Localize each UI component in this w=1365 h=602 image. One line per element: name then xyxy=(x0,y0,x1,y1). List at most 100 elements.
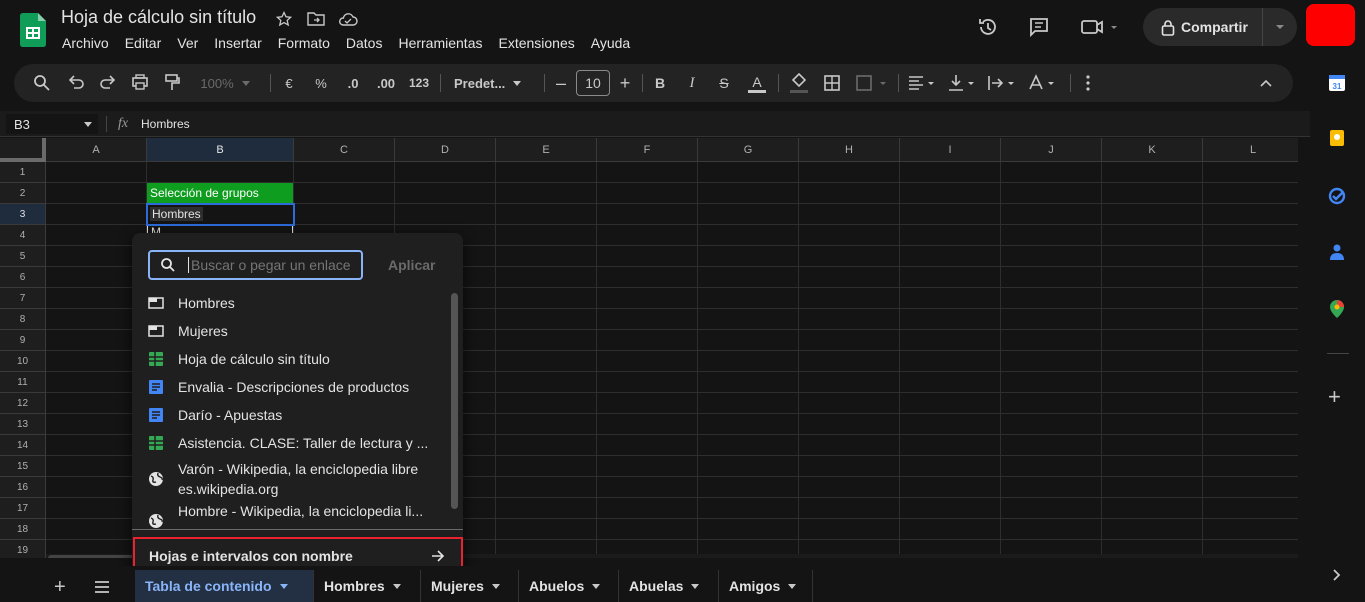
column-header-b[interactable]: B xyxy=(147,138,294,162)
more-formats-button[interactable]: 123 xyxy=(406,64,432,102)
print-icon[interactable] xyxy=(130,64,150,102)
decrease-font-size-button[interactable]: – xyxy=(554,64,568,102)
row-header-2[interactable]: 2 xyxy=(0,183,46,204)
menu-archivo[interactable]: Archivo xyxy=(54,35,117,55)
link-item-dario[interactable]: Darío - Apuestas xyxy=(148,405,448,425)
increase-decimal-button[interactable]: .00 xyxy=(372,64,400,102)
link-item-hombres[interactable]: Hombres xyxy=(148,293,448,313)
formula-input[interactable]: Hombres xyxy=(141,117,190,131)
link-item-varon[interactable]: Varón - Wikipedia, la enciclopedia libre… xyxy=(148,459,448,499)
menu-ver[interactable]: Ver xyxy=(169,35,206,55)
menu-formato[interactable]: Formato xyxy=(270,35,338,55)
share-dropdown-icon[interactable] xyxy=(1275,24,1285,30)
fill-color-icon[interactable] xyxy=(788,64,810,102)
zoom-select[interactable]: 100% xyxy=(194,64,256,102)
cell-b4[interactable]: M... xyxy=(147,226,293,233)
sheet-tab-hombres[interactable]: Hombres xyxy=(313,570,420,602)
borders-icon[interactable] xyxy=(822,64,842,102)
select-all-corner[interactable] xyxy=(0,138,46,162)
column-header-j[interactable]: J xyxy=(1001,138,1102,162)
undo-icon[interactable] xyxy=(66,64,86,102)
search-menus-icon[interactable] xyxy=(32,64,52,102)
calendar-icon[interactable]: 31 xyxy=(1328,74,1346,92)
add-addon-icon[interactable]: + xyxy=(1328,384,1341,410)
row-header-9[interactable]: 9 xyxy=(0,330,46,351)
row-header-16[interactable]: 16 xyxy=(0,477,46,498)
star-icon[interactable] xyxy=(276,11,292,27)
menu-herramientas[interactable]: Herramientas xyxy=(390,35,490,55)
cell-b3-selected[interactable]: Hombres xyxy=(146,203,295,226)
bold-button[interactable]: B xyxy=(650,64,670,102)
expand-side-panel-icon[interactable] xyxy=(1332,569,1342,581)
comments-icon[interactable] xyxy=(1028,16,1050,38)
redo-icon[interactable] xyxy=(98,64,118,102)
row-header-11[interactable]: 11 xyxy=(0,372,46,393)
menu-insertar[interactable]: Insertar xyxy=(206,35,269,55)
column-header-d[interactable]: D xyxy=(395,138,496,162)
cell-b2[interactable]: Selección de grupos xyxy=(147,183,293,203)
link-item-spreadsheet[interactable]: Hoja de cálculo sin título xyxy=(148,349,448,369)
row-header-18[interactable]: 18 xyxy=(0,519,46,540)
column-header-f[interactable]: F xyxy=(597,138,698,162)
profile-avatar-redacted[interactable] xyxy=(1306,4,1355,46)
contacts-icon[interactable] xyxy=(1328,243,1346,261)
row-header-12[interactable]: 12 xyxy=(0,393,46,414)
decrease-decimal-button[interactable]: .0 xyxy=(342,64,364,102)
share-button[interactable]: Compartir xyxy=(1143,8,1297,46)
row-header-6[interactable]: 6 xyxy=(0,267,46,288)
maps-icon[interactable] xyxy=(1329,299,1345,319)
document-title[interactable]: Hoja de cálculo sin título xyxy=(61,7,256,28)
move-folder-icon[interactable] xyxy=(307,11,325,27)
sheet-tab-abuelas[interactable]: Abuelas xyxy=(618,570,718,602)
all-sheets-menu-icon[interactable] xyxy=(94,581,110,593)
increase-font-size-button[interactable]: + xyxy=(617,64,633,102)
tasks-icon[interactable] xyxy=(1328,187,1346,205)
row-header-13[interactable]: 13 xyxy=(0,414,46,435)
more-options-icon[interactable] xyxy=(1080,64,1096,102)
row-header-15[interactable]: 15 xyxy=(0,456,46,477)
row-header-10[interactable]: 10 xyxy=(0,351,46,372)
row-header-17[interactable]: 17 xyxy=(0,498,46,519)
popup-scrollbar[interactable] xyxy=(451,293,458,509)
meet-video-icon[interactable] xyxy=(1080,17,1118,37)
paint-format-icon[interactable] xyxy=(162,64,182,102)
row-header-3[interactable]: 3 xyxy=(0,204,46,225)
collapse-toolbar-icon[interactable] xyxy=(1256,64,1276,102)
column-header-a[interactable]: A xyxy=(46,138,147,162)
sheets-logo-icon[interactable] xyxy=(20,13,46,47)
currency-format-button[interactable]: € xyxy=(278,64,300,102)
link-search-input[interactable] xyxy=(191,257,351,273)
strikethrough-button[interactable]: S xyxy=(714,64,734,102)
font-size-input[interactable]: 10 xyxy=(576,70,610,96)
menu-extensiones[interactable]: Extensiones xyxy=(490,35,582,55)
row-header-1[interactable]: 1 xyxy=(0,162,46,183)
text-rotation-icon[interactable] xyxy=(1026,64,1060,102)
sheet-tab-tabla-de-contenido[interactable]: Tabla de contenido xyxy=(135,570,313,602)
row-header-4[interactable]: 4 xyxy=(0,225,46,246)
keep-icon[interactable] xyxy=(1328,129,1346,147)
menu-datos[interactable]: Datos xyxy=(338,35,391,55)
row-header-14[interactable]: 14 xyxy=(0,435,46,456)
link-item-hombre-wikipedia[interactable]: Hombre - Wikipedia, la enciclopedia li..… xyxy=(148,503,448,529)
horizontal-align-icon[interactable] xyxy=(906,64,940,102)
link-item-mujeres[interactable]: Mujeres xyxy=(148,321,448,341)
merge-cells-icon[interactable] xyxy=(854,64,888,102)
link-item-envalia[interactable]: Envalia - Descripciones de productos xyxy=(148,377,448,397)
sheet-tab-amigos[interactable]: Amigos xyxy=(718,570,813,602)
percent-format-button[interactable]: % xyxy=(310,64,332,102)
column-header-h[interactable]: H xyxy=(799,138,900,162)
font-family-select[interactable]: Predet... xyxy=(450,64,534,102)
sheet-tab-abuelos[interactable]: Abuelos xyxy=(518,570,618,602)
column-header-l[interactable]: L xyxy=(1203,138,1298,162)
row-header-8[interactable]: 8 xyxy=(0,309,46,330)
apply-button[interactable]: Aplicar xyxy=(388,257,435,273)
row-header-19[interactable]: 19 xyxy=(0,540,46,558)
menu-ayuda[interactable]: Ayuda xyxy=(583,35,638,55)
column-header-g[interactable]: G xyxy=(698,138,799,162)
cloud-status-icon[interactable] xyxy=(338,11,358,27)
version-history-icon[interactable] xyxy=(977,16,999,38)
row-header-5[interactable]: 5 xyxy=(0,246,46,267)
column-header-e[interactable]: E xyxy=(496,138,597,162)
text-color-button[interactable]: A xyxy=(746,64,768,102)
text-wrapping-icon[interactable] xyxy=(986,64,1020,102)
